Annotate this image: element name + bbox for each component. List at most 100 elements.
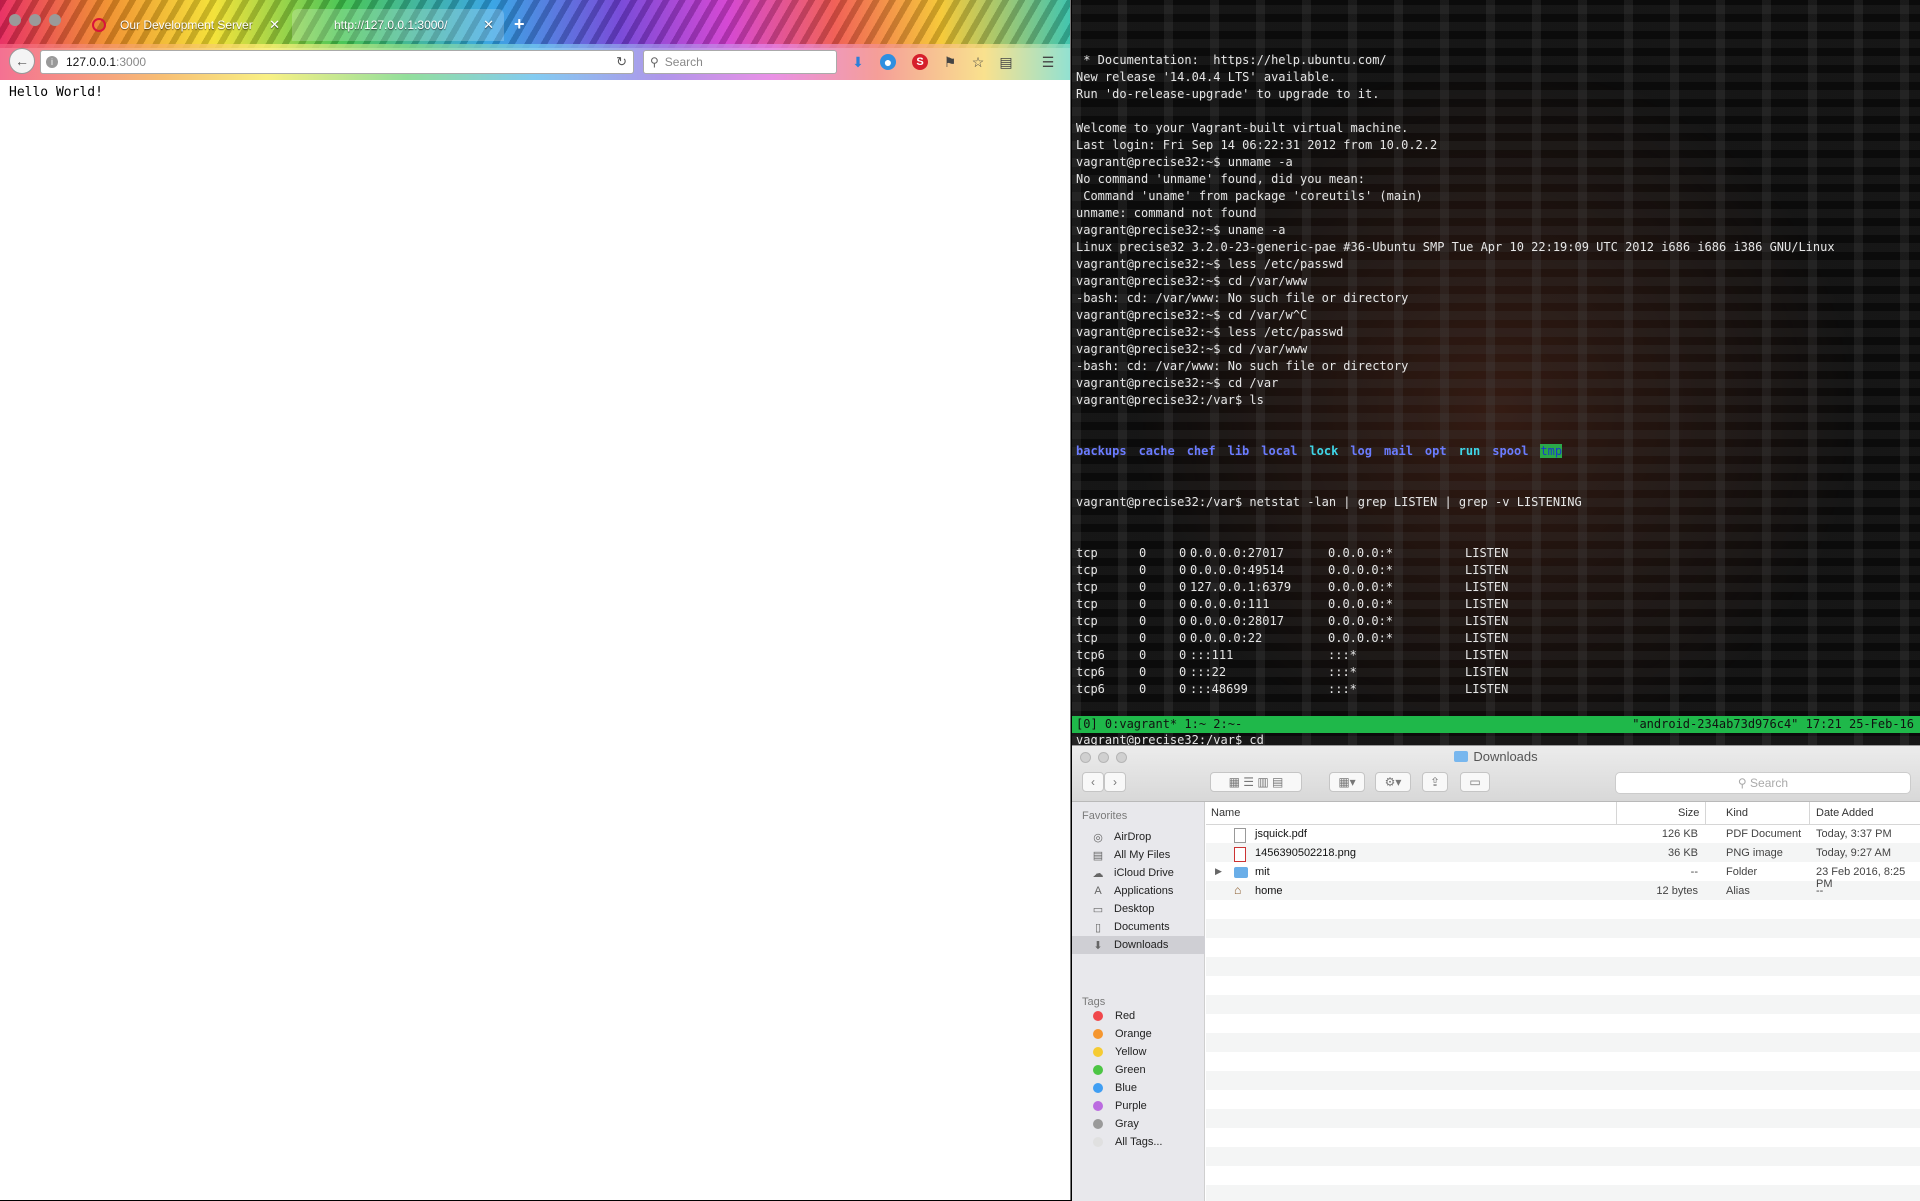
netstat-state: LISTEN xyxy=(1465,682,1509,696)
netstat-foreign: :::* xyxy=(1328,648,1357,662)
documents-icon: ▯ xyxy=(1094,921,1102,934)
sidebar-tag-gray[interactable]: Gray xyxy=(1072,1115,1205,1133)
file-row[interactable]: ▶ mit -- Folder 23 Feb 2016, 8:25 PM xyxy=(1206,863,1920,890)
window-title-text: Downloads xyxy=(1473,749,1538,764)
share-button[interactable]: ⇪ xyxy=(1422,772,1448,792)
ls-entry: mail xyxy=(1384,444,1413,458)
tab-localhost[interactable]: http://127.0.0.1:3000/ ✕ xyxy=(292,9,504,41)
zoom-window-button[interactable] xyxy=(49,14,61,26)
ls-entry: run xyxy=(1458,444,1481,458)
file-size: 126 KB xyxy=(1661,828,1698,840)
disclosure-triangle-icon[interactable]: ▶ xyxy=(1215,866,1222,877)
arrange-icon: ▦▾ xyxy=(1338,775,1356,789)
bookmark-star-icon[interactable]: ☆ xyxy=(970,54,986,70)
terminal-line: vagrant@precise32:~$ cd /var/w^C xyxy=(1076,308,1308,322)
sidebar-tag-red[interactable]: Red xyxy=(1072,1007,1205,1025)
terminal-line: -bash: cd: /var/www: No such file or dir… xyxy=(1076,291,1409,305)
back-button[interactable]: ‹ xyxy=(1082,772,1104,792)
netstat-recv: 0 xyxy=(1139,580,1147,594)
netstat-send: 0 xyxy=(1179,631,1187,645)
netstat-local: 0.0.0.0:49514 xyxy=(1190,563,1284,577)
netstat-state: LISTEN xyxy=(1465,648,1509,662)
sidebar-tag-yellow[interactable]: Yellow xyxy=(1072,1043,1205,1061)
sidebar-item-all-my-files[interactable]: ▤ All My Files xyxy=(1072,846,1205,864)
extension-icon[interactable]: S xyxy=(912,54,928,70)
tab-close-icon[interactable]: ✕ xyxy=(269,17,280,33)
sidebar-tag-label: Orange xyxy=(1115,1028,1152,1040)
reading-list-icon[interactable]: ▤ xyxy=(998,54,1014,70)
sidebar-item-documents[interactable]: ▯ Documents xyxy=(1072,918,1205,936)
back-button[interactable]: ← xyxy=(9,48,35,74)
sidebar-item-applications[interactable]: A Applications xyxy=(1072,882,1205,900)
netstat-local: :::48699 xyxy=(1190,682,1248,696)
view-mode-buttons[interactable]: ▦ ☰ ▥ ▤ xyxy=(1210,772,1302,792)
sidebar-item-downloads[interactable]: ⬇ Downloads xyxy=(1072,936,1205,954)
finder-titlebar: Downloads ‹ › ▦ ☰ ▥ ▤ ▦▾ ⚙▾ ⇪ ▭ ⚲ Search xyxy=(1072,746,1920,802)
download-icon[interactable]: ⬇ xyxy=(850,54,866,70)
tmux-windows: [0] 0:vagrant* 1:~ 2:~- xyxy=(1076,717,1243,731)
netstat-local: 0.0.0.0:111 xyxy=(1190,597,1270,611)
tab-dev-server[interactable]: Our Development Server ✕ xyxy=(92,9,290,41)
ls-entry: lib xyxy=(1227,444,1250,458)
netstat-local: 0.0.0.0:22 xyxy=(1190,631,1263,645)
sidebar-item-airdrop[interactable]: ◎ AirDrop xyxy=(1072,828,1205,846)
action-button[interactable]: ⚙▾ xyxy=(1375,772,1411,792)
file-row[interactable]: 1456390502218.png 36 KB PNG image Today, 9:… xyxy=(1206,844,1920,863)
column-date-added[interactable]: Date Added xyxy=(1816,807,1874,819)
file-name: 1456390502218.png xyxy=(1255,847,1356,859)
ls-entry: backups xyxy=(1076,444,1127,458)
forward-button[interactable]: › xyxy=(1104,772,1126,792)
sidebar-tag-green[interactable]: Green xyxy=(1072,1061,1205,1079)
column-size[interactable]: Size xyxy=(1678,807,1699,819)
arrange-button[interactable]: ▦▾ xyxy=(1329,772,1365,792)
sidebar-tag-label: Green xyxy=(1115,1064,1146,1076)
sidebar-item-label: iCloud Drive xyxy=(1114,867,1174,879)
terminal-line: vagrant@precise32:/var$ cd xyxy=(1076,733,1264,745)
finder-search-input[interactable]: ⚲ Search xyxy=(1615,772,1911,794)
netstat-send: 0 xyxy=(1179,648,1187,662)
file-list: Name Size Kind Date Added jsquick.pdf 126… xyxy=(1206,802,1920,1201)
file-row[interactable]: jsquick.pdf 126 KB PDF Document Today, 3:37… xyxy=(1206,825,1920,844)
tab-close-icon[interactable]: ✕ xyxy=(483,17,494,33)
tag-color-dot-icon xyxy=(1093,1101,1103,1111)
file-row[interactable]: ⌂ home 12 bytes Alias -- xyxy=(1206,882,1920,901)
applications-icon: A xyxy=(1094,885,1102,897)
sidebar-tag-all-tags[interactable]: All Tags... xyxy=(1072,1133,1205,1151)
tags-button[interactable]: ▭ xyxy=(1460,772,1490,792)
flag-icon[interactable]: ⚑ xyxy=(942,54,958,70)
sidebar-item-desktop[interactable]: ▭ Desktop xyxy=(1072,900,1205,918)
all-files-icon: ▤ xyxy=(1092,849,1104,862)
new-tab-button[interactable]: + xyxy=(514,14,525,35)
account-icon[interactable]: ● xyxy=(880,54,896,70)
column-kind[interactable]: Kind xyxy=(1726,807,1748,819)
png-file-icon xyxy=(1234,847,1246,862)
sidebar-tag-purple[interactable]: Purple xyxy=(1072,1097,1205,1115)
ls-entry: log xyxy=(1350,444,1373,458)
ls-entry: spool xyxy=(1492,444,1529,458)
browser-tab-strip: Our Development Server ✕ http://127.0.0.… xyxy=(0,0,1070,48)
url-bar[interactable]: i 127.0.0.1:3000 ↻ xyxy=(40,50,634,74)
netstat-row: tcp6 0 0:::48699:::* LISTEN xyxy=(1076,681,1916,698)
column-name[interactable]: Name xyxy=(1211,807,1240,819)
netstat-proto: tcp6 xyxy=(1076,648,1105,662)
tag-color-dot-icon xyxy=(1093,1137,1103,1147)
reload-icon[interactable]: ↻ xyxy=(616,54,627,70)
close-window-button[interactable] xyxy=(9,14,21,26)
file-date-added: Today, 3:37 PM xyxy=(1816,828,1892,840)
sidebar-tag-blue[interactable]: Blue xyxy=(1072,1079,1205,1097)
search-input[interactable]: ⚲ Search xyxy=(643,50,837,74)
netstat-send: 0 xyxy=(1179,563,1187,577)
sidebar-item-icloud-drive[interactable]: ☁ iCloud Drive xyxy=(1072,864,1205,882)
folder-icon xyxy=(1454,751,1469,762)
file-date-added: Today, 9:27 AM xyxy=(1816,847,1892,859)
minimize-window-button[interactable] xyxy=(29,14,41,26)
site-info-icon[interactable]: i xyxy=(46,56,58,68)
search-placeholder: Search xyxy=(664,55,703,69)
chevron-right-icon: › xyxy=(1113,775,1117,789)
terminal-window[interactable]: * Documentation: https://help.ubuntu.com… xyxy=(1072,0,1920,745)
sidebar-tag-orange[interactable]: Orange xyxy=(1072,1025,1205,1043)
terminal-line: vagrant@precise32:~$ uname -a xyxy=(1076,223,1286,237)
terminal-line: Last login: Fri Sep 14 06:22:31 2012 fro… xyxy=(1076,138,1438,152)
downloads-icon: ⬇ xyxy=(1093,939,1103,952)
menu-icon[interactable]: ☰ xyxy=(1040,54,1056,70)
